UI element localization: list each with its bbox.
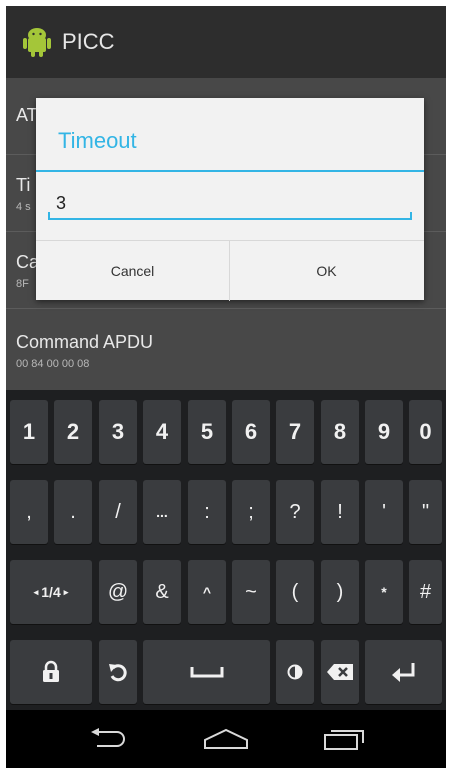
preference-summary: 00 84 00 00 08 (16, 358, 90, 370)
back-button[interactable] (68, 718, 148, 760)
home-icon (204, 728, 248, 749)
key-4[interactable]: 4 (143, 400, 181, 464)
space-bar-icon (190, 667, 223, 678)
preference-title: AT (16, 105, 38, 125)
key-close-paren[interactable]: ) (321, 560, 359, 624)
key-8[interactable]: 8 (321, 400, 359, 464)
key-caret[interactable]: ^ (188, 560, 226, 624)
key-colon[interactable]: : (188, 480, 226, 544)
navigation-bar (6, 710, 446, 768)
key-9[interactable]: 9 (365, 400, 403, 464)
key-exclamation[interactable]: ! (321, 480, 359, 544)
key-semicolon[interactable]: ; (232, 480, 270, 544)
key-open-paren[interactable]: ( (276, 560, 314, 624)
chevron-right-icon: ▸ (63, 586, 69, 597)
dialog-button-bar: Cancel OK (36, 240, 424, 301)
key-contrast[interactable] (276, 640, 314, 704)
preference-item[interactable]: Command APDU 00 84 00 00 08 (6, 309, 446, 390)
key-at[interactable]: @ (99, 560, 137, 624)
undo-icon (109, 664, 127, 682)
key-3[interactable]: 3 (99, 400, 137, 464)
key-0[interactable]: 0 (409, 400, 442, 464)
preference-title: Ti (16, 175, 31, 195)
app-title: PICC (62, 29, 115, 54)
preference-summary: 4 s (16, 201, 31, 213)
dialog-title-divider (36, 170, 424, 172)
enter-icon (391, 663, 414, 682)
cancel-button[interactable]: Cancel (36, 241, 230, 301)
recent-apps-icon (324, 730, 364, 750)
device-screen: PICC AT Ti 4 s Ca 8F Command APDU 00 84 … (6, 6, 446, 768)
key-1[interactable]: 1 (10, 400, 48, 464)
key-ellipsis[interactable]: ... (143, 480, 181, 544)
key-slash[interactable]: / (99, 480, 137, 544)
back-icon (91, 728, 125, 747)
key-space[interactable] (143, 640, 270, 704)
home-button[interactable] (186, 718, 266, 760)
lock-icon (43, 660, 59, 682)
input-underline (48, 212, 412, 220)
key-page-1-of-4[interactable]: ◂ 1/4 ▸ (10, 560, 92, 624)
contrast-icon (287, 664, 303, 680)
android-app-icon (23, 28, 51, 57)
preference-summary: 8F (16, 278, 29, 290)
action-bar: PICC (6, 6, 446, 78)
key-5[interactable]: 5 (188, 400, 226, 464)
key-undo[interactable] (99, 640, 137, 704)
key-ampersand[interactable]: & (143, 560, 181, 624)
key-period[interactable]: . (54, 480, 92, 544)
chevron-left-icon: ◂ (33, 586, 39, 597)
key-quote[interactable]: " (409, 480, 442, 544)
key-asterisk[interactable]: * (365, 560, 403, 624)
timeout-dialog: Timeout Cancel OK (36, 98, 424, 301)
key-lock[interactable] (10, 640, 92, 704)
timeout-input[interactable] (48, 186, 412, 220)
key-backspace[interactable] (321, 640, 359, 704)
key-tilde[interactable]: ~ (232, 560, 270, 624)
key-6[interactable]: 6 (232, 400, 270, 464)
key-apostrophe[interactable]: ' (365, 480, 403, 544)
recent-apps-button[interactable] (304, 718, 384, 760)
key-7[interactable]: 7 (276, 400, 314, 464)
ok-button[interactable]: OK (230, 241, 423, 301)
key-enter[interactable] (365, 640, 442, 704)
key-comma[interactable]: , (10, 480, 48, 544)
backspace-icon (327, 664, 353, 680)
preference-title: Command APDU (16, 332, 154, 352)
key-question[interactable]: ? (276, 480, 314, 544)
dialog-title: Timeout (58, 128, 137, 153)
key-hash[interactable]: # (409, 560, 442, 624)
key-2[interactable]: 2 (54, 400, 92, 464)
soft-keyboard: 1 2 3 4 5 6 7 8 9 0 , . / ... : ; ? ! ' … (6, 390, 446, 710)
